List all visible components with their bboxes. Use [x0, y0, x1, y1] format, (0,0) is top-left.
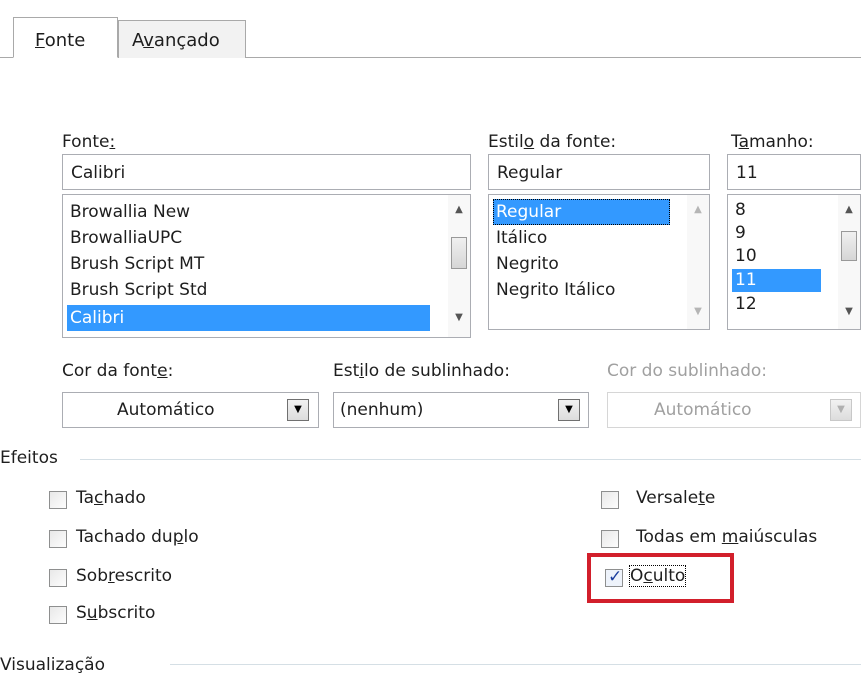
list-item-selected[interactable]: 11 [732, 269, 821, 292]
scroll-up-icon[interactable]: ▲ [838, 199, 860, 221]
underline-style-value: (nenhum) [340, 400, 424, 420]
versalete-checkbox[interactable] [601, 491, 619, 509]
chevron-down-icon[interactable]: ▼ [287, 399, 309, 421]
font-list-scrollbar[interactable]: ▲ ▼ [448, 195, 470, 337]
scroll-down-icon[interactable]: ▼ [448, 307, 470, 329]
scroll-up-icon[interactable]: ▲ [687, 199, 709, 221]
font-color-label: Cor da fonte: [62, 361, 174, 381]
tab-avancado-label[interactable]: Avançado [132, 30, 220, 51]
list-item[interactable]: 9 [732, 222, 746, 245]
todas-maiusculas-label[interactable]: Todas em maiúsculas [636, 527, 817, 547]
font-input-value: Calibri [71, 163, 126, 183]
list-item[interactable]: 10 [732, 245, 757, 268]
scroll-down-icon[interactable]: ▼ [838, 301, 860, 323]
size-list[interactable]: 8 9 10 11 12 ▲ ▼ [727, 194, 861, 330]
scroll-down-icon[interactable]: ▼ [687, 301, 709, 323]
font-label: Fonte: [62, 132, 116, 152]
chevron-down-icon: ▼ [830, 399, 852, 421]
oculto-checkbox[interactable]: ✓ [605, 567, 623, 587]
list-item-selected[interactable]: Regular [493, 199, 670, 225]
size-label: Tamanho: [731, 132, 814, 152]
size-list-scrollbar[interactable]: ▲ ▼ [838, 195, 860, 329]
check-icon: ✓ [608, 567, 623, 587]
style-input[interactable]: Regular [488, 154, 710, 190]
sobrescrito-checkbox[interactable] [49, 569, 67, 587]
list-item[interactable]: Negrito [493, 251, 559, 277]
underline-color-label: Cor do sublinhado: [607, 361, 768, 381]
list-item[interactable]: Browallia New [67, 199, 190, 225]
subscrito-label[interactable]: Subscrito [76, 603, 155, 623]
tachado-duplo-label[interactable]: Tachado duplo [76, 527, 199, 547]
chevron-down-icon[interactable]: ▼ [558, 399, 580, 421]
scroll-up-icon[interactable]: ▲ [448, 199, 470, 221]
scroll-thumb[interactable] [841, 231, 857, 261]
list-item[interactable]: 8 [732, 199, 746, 222]
size-input-value: 11 [736, 163, 758, 183]
font-list[interactable]: Browallia New BrowalliaUPC Brush Script … [62, 194, 471, 338]
tab-fonte-label[interactable]: Fonte [35, 30, 85, 51]
list-item[interactable]: Brush Script Std [67, 277, 207, 303]
preview-title: Visualização [0, 655, 105, 675]
style-label: Estilo da fonte: [488, 132, 617, 152]
subscrito-checkbox[interactable] [49, 606, 67, 624]
tachado-duplo-checkbox[interactable] [49, 530, 67, 548]
underline-style-label: Estilo de sublinhado: [333, 361, 510, 381]
list-item[interactable]: 12 [732, 293, 757, 316]
style-list-scrollbar[interactable]: ▲ ▼ [687, 195, 709, 329]
list-item[interactable]: Brush Script MT [67, 251, 204, 277]
list-item-selected[interactable]: Calibri [67, 305, 430, 331]
sobrescrito-label[interactable]: Sobrescrito [76, 566, 172, 586]
scroll-thumb[interactable] [451, 237, 467, 269]
underline-color-value: Automático [654, 400, 752, 420]
style-input-value: Regular [497, 163, 563, 183]
list-item[interactable]: Itálico [493, 225, 547, 251]
underline-color-select: Automático ▼ [607, 392, 861, 428]
oculto-label[interactable]: Oculto [628, 565, 687, 587]
size-input[interactable]: 11 [727, 154, 861, 190]
font-input[interactable]: Calibri [62, 154, 471, 190]
font-color-select[interactable]: Automático ▼ [62, 392, 319, 428]
tachado-checkbox[interactable] [49, 491, 67, 509]
effects-divider [80, 459, 861, 460]
effects-title: Efeitos [0, 448, 58, 468]
todas-maiusculas-checkbox[interactable] [601, 530, 619, 548]
tachado-label[interactable]: Tachado [76, 488, 146, 508]
style-list[interactable]: Regular Itálico Negrito Negrito Itálico … [488, 194, 710, 330]
underline-style-select[interactable]: (nenhum) ▼ [333, 392, 589, 428]
preview-divider [170, 664, 861, 665]
list-item[interactable]: BrowalliaUPC [67, 225, 182, 251]
list-item[interactable]: Negrito Itálico [493, 277, 615, 303]
versalete-label[interactable]: Versalete [636, 488, 715, 508]
font-color-value: Automático [117, 400, 215, 420]
